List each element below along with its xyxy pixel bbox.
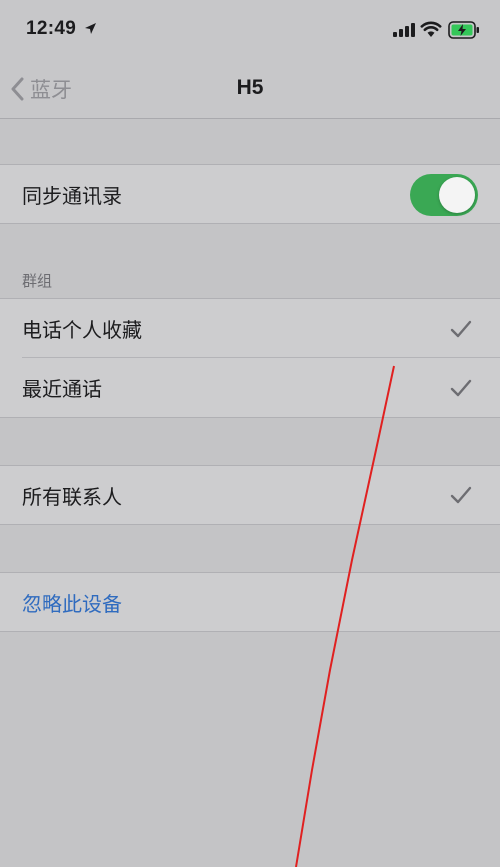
- navigation-bar: 蓝牙 H5: [0, 60, 500, 119]
- group-label-favorites: 电话个人收藏: [22, 318, 142, 342]
- sync-contacts-toggle[interactable]: [410, 174, 478, 216]
- wifi-icon: [420, 21, 442, 37]
- groups-section-header: 群组: [22, 272, 53, 290]
- group-row-favorites[interactable]: 电话个人收藏: [0, 298, 500, 358]
- location-arrow-icon: [85, 23, 96, 34]
- group-label-recents: 最近通话: [22, 377, 102, 401]
- cellular-signal-icon: [393, 23, 415, 37]
- group-row-recents[interactable]: 最近通话: [0, 358, 500, 418]
- sync-contacts-label: 同步通讯录: [22, 183, 122, 208]
- status-bar: 12:49: [0, 0, 500, 60]
- battery-charging-icon: [448, 21, 479, 39]
- checkmark-icon: [450, 320, 472, 337]
- page-title: H5: [236, 76, 264, 99]
- annotation-line: [295, 365, 395, 867]
- ignore-device-button[interactable]: 忽略此设备: [0, 572, 500, 632]
- all-contacts-label: 所有联系人: [22, 484, 122, 509]
- all-contacts-row[interactable]: 所有联系人: [0, 465, 500, 525]
- status-time: 12:49: [26, 18, 77, 39]
- checkmark-icon: [450, 486, 472, 504]
- sync-contacts-row: 同步通讯录: [0, 164, 500, 224]
- checkmark-icon: [450, 379, 472, 396]
- ignore-device-label: 忽略此设备: [22, 591, 122, 616]
- toggle-knob: [439, 177, 475, 213]
